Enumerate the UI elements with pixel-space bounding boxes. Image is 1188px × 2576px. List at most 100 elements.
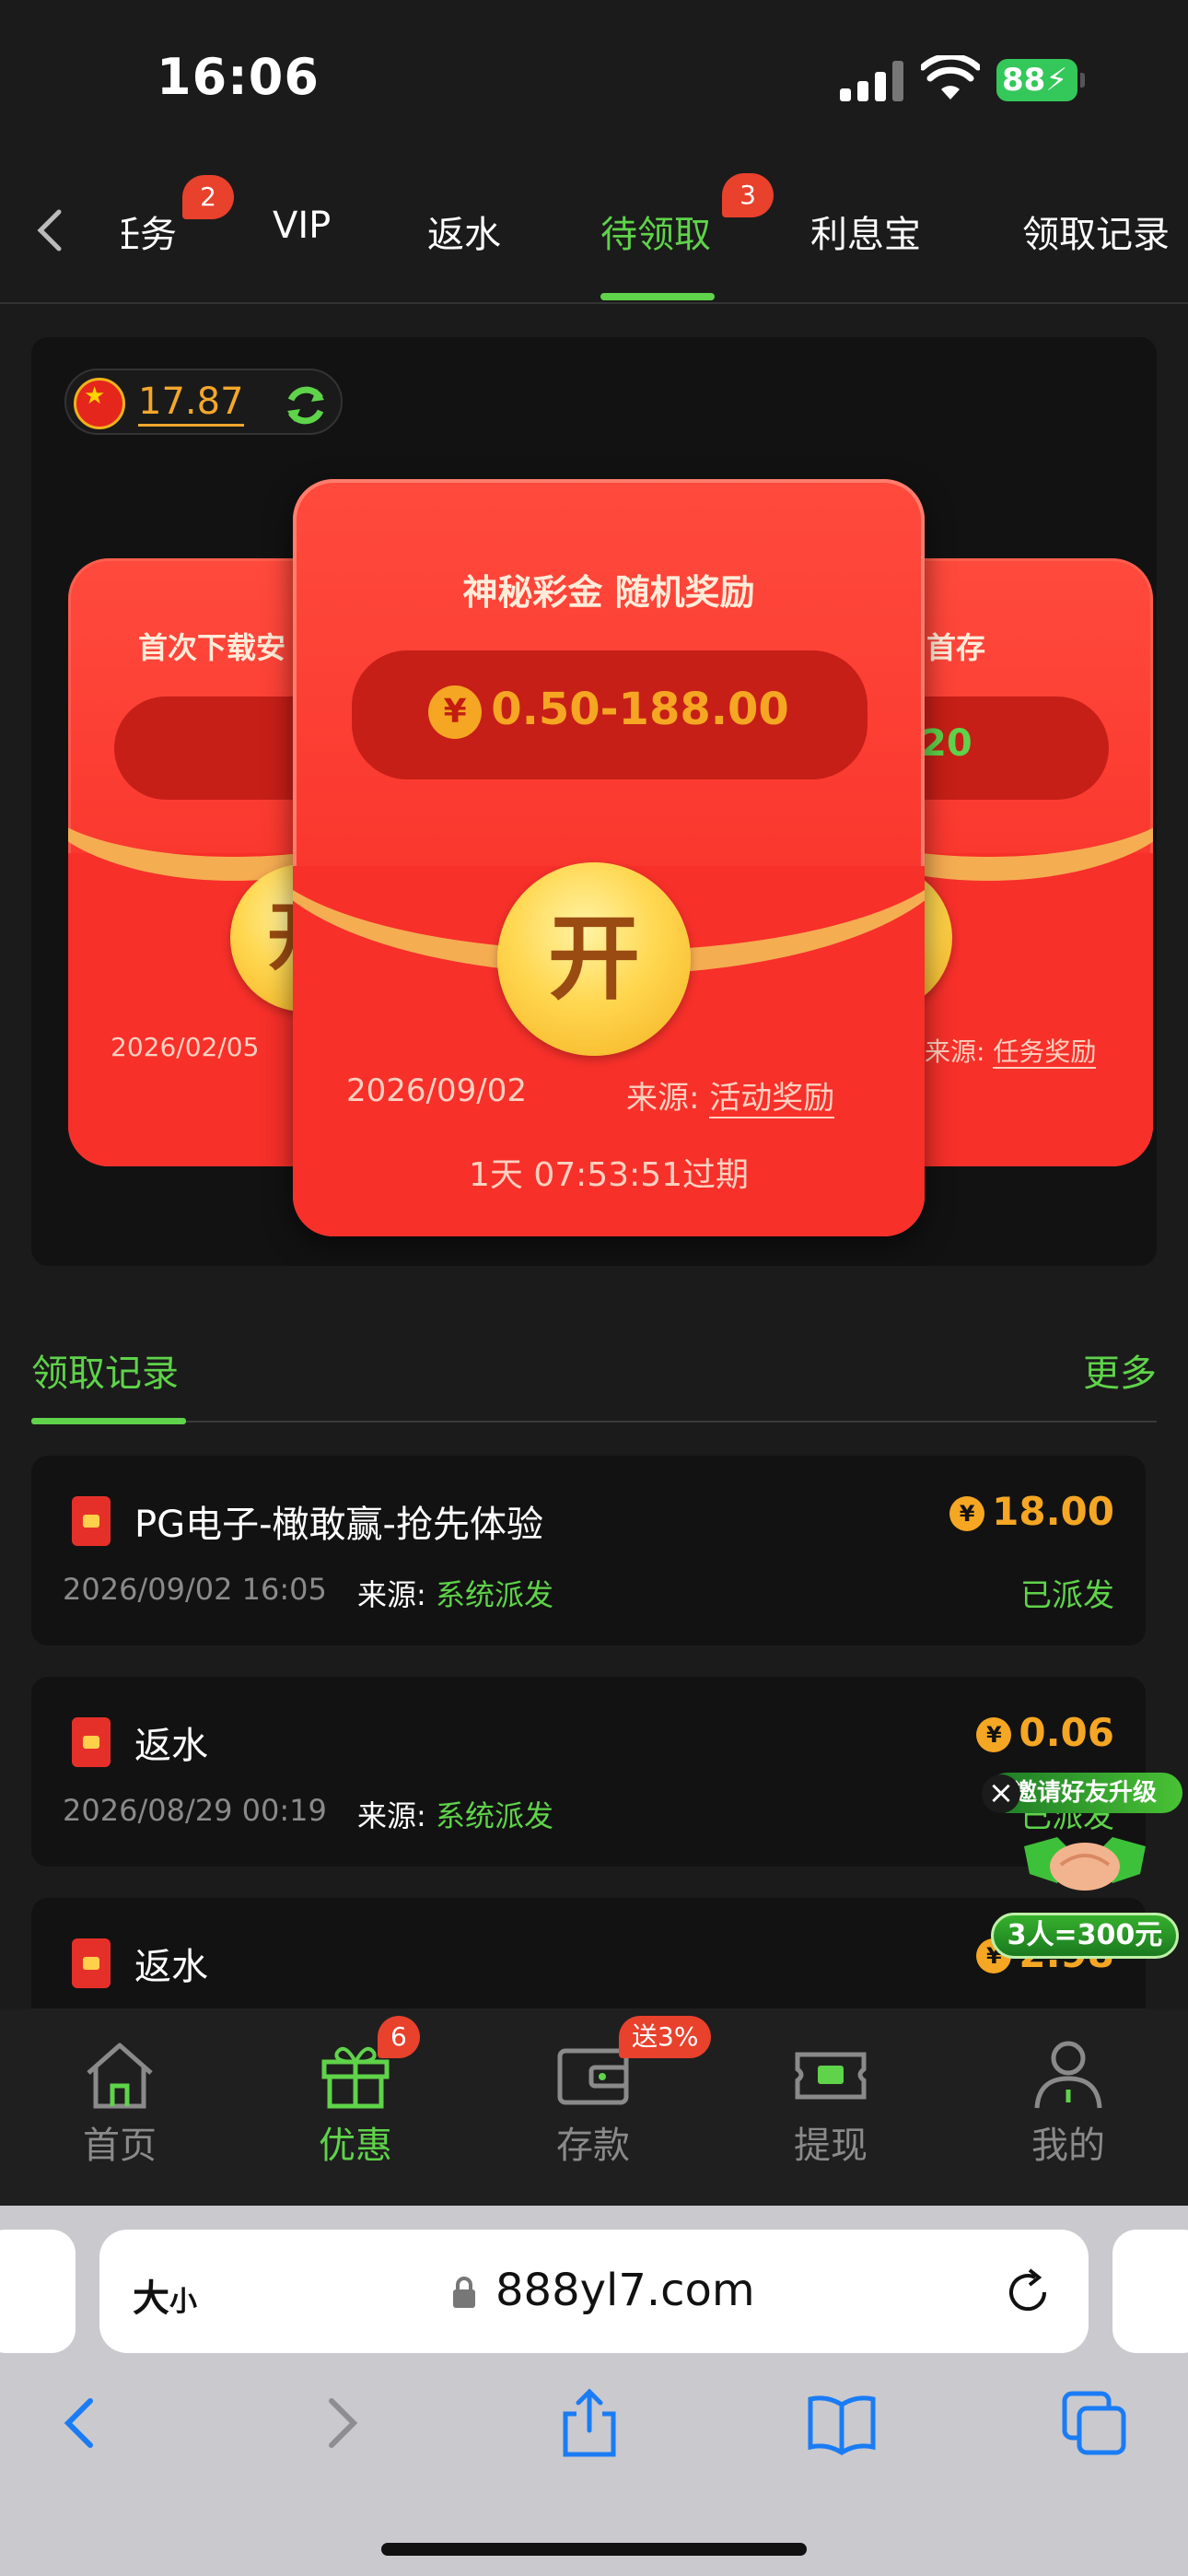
back-chevron-icon[interactable] — [33, 208, 66, 252]
record-source: 来源: 系统派发 — [357, 1572, 553, 1614]
record-status: 已派发 — [1020, 1577, 1114, 1614]
nav-promotions-label: 优惠 — [319, 2125, 392, 2167]
balance-value: 17.87 — [138, 380, 244, 427]
clock: 16:06 — [157, 48, 320, 106]
refresh-icon[interactable] — [280, 380, 332, 431]
record-name: 返水 — [134, 1725, 208, 1767]
nav-promotions-badge: 6 — [378, 2016, 420, 2058]
tab-interest[interactable]: 利息宝 — [810, 205, 921, 258]
records-title-underline — [31, 1418, 186, 1424]
close-icon[interactable]: × — [982, 1774, 1020, 1813]
balance-chip: 17.87 — [64, 369, 343, 435]
bookmarks-icon[interactable] — [805, 2386, 879, 2460]
card-right-title: 首存 — [926, 630, 986, 665]
nav-profile-label: 我的 — [1031, 2125, 1105, 2167]
yen-icon: ¥ — [976, 1717, 1012, 1752]
active-tab-indicator — [600, 293, 715, 300]
yen-icon: ¥ — [949, 1496, 985, 1531]
record-amount: ¥0.06 — [976, 1710, 1114, 1755]
bottom-navigation: 首页 优惠 6 存款 送3% 提现 我的 — [0, 2008, 1188, 2206]
record-time: 2026/08/29 00:19 — [63, 1793, 327, 1828]
cash-withdraw-icon — [795, 2052, 867, 2100]
text-size-button[interactable]: 大小 — [133, 2268, 197, 2322]
nav-home-label: 首页 — [83, 2125, 157, 2167]
red-envelope-card-main[interactable]: 神秘彩金 随机奖励 ¥0.50-188.00 开 2026/09/02 来源: … — [293, 479, 925, 1236]
back-arrow-icon[interactable] — [46, 2386, 120, 2460]
tab-bar: 任务 2 VIP 返水 待领取 3 利息宝 领取记录 — [0, 157, 1188, 304]
record-name: 返水 — [134, 1946, 208, 1988]
forward-arrow-icon[interactable] — [302, 2386, 376, 2460]
tab-claim-records[interactable]: 领取记录 — [1022, 205, 1170, 258]
tab-tasks-label: 任务 — [122, 214, 177, 256]
address-bar[interactable]: 大小 888yl7.com — [99, 2230, 1089, 2353]
records-header: 领取记录 更多 — [31, 1327, 1157, 1424]
tab-tasks[interactable]: 任务 — [122, 205, 177, 258]
record-source-value: 系统派发 — [435, 1798, 553, 1833]
promo-bottom-label: 3人=300元 — [991, 1913, 1179, 1959]
tab-rebate[interactable]: 返水 — [427, 205, 501, 258]
nav-profile[interactable]: 我的 — [995, 2038, 1142, 2169]
invite-promo-widget[interactable]: 邀请好友升级 × 3人=300元 — [982, 1760, 1182, 1962]
card-left-title: 首次下载安 — [138, 630, 286, 665]
tab-tasks-badge: 2 — [182, 175, 234, 219]
home-indicator — [381, 2543, 807, 2556]
red-envelope-icon — [72, 1938, 111, 1988]
card-main-open-button[interactable]: 开 — [497, 862, 691, 1056]
record-amount: ¥18.00 — [949, 1489, 1114, 1534]
red-envelope-icon — [72, 1717, 111, 1767]
previous-tab-preview[interactable] — [0, 2230, 76, 2353]
url-text: 888yl7.com — [495, 2265, 755, 2316]
red-envelope-panel: 17.87 首次下载安 开 2026/02/05 首存 20 开 来源: 任务奖… — [31, 337, 1157, 1266]
battery-indicator: 88⚡ — [996, 59, 1085, 101]
china-flag-icon — [74, 378, 125, 429]
record-amount-value: 18.00 — [992, 1489, 1114, 1534]
nav-deposit-badge: 送3% — [619, 2016, 712, 2058]
records-title[interactable]: 领取记录 — [31, 1343, 179, 1397]
card-right-source-label: 来源: — [925, 1036, 985, 1067]
record-name: PG电子-橄敢赢-抢先体验 — [134, 1504, 543, 1546]
record-amount-value: 0.06 — [1019, 1710, 1114, 1755]
nav-promotions[interactable]: 优惠 — [282, 2038, 429, 2169]
reload-icon[interactable] — [1002, 2266, 1054, 2318]
lock-icon — [453, 2277, 475, 2308]
record-source: 来源: 系统派发 — [357, 1793, 553, 1835]
nav-withdraw-label: 提现 — [794, 2125, 868, 2167]
home-icon — [87, 2043, 153, 2109]
card-main-expiry: 1天 07:53:51过期 — [468, 1156, 750, 1194]
card-main-source-link[interactable]: 活动奖励 — [709, 1080, 835, 1118]
card-main-source-label: 来源: — [626, 1080, 700, 1117]
share-icon[interactable] — [553, 2386, 626, 2460]
browser-toolbar: 大小 888yl7.com — [0, 2206, 1188, 2576]
nav-withdraw[interactable]: 提现 — [757, 2038, 904, 2169]
handshake-icon — [1024, 1837, 1146, 1891]
nav-home[interactable]: 首页 — [46, 2038, 193, 2169]
card-main-title: 神秘彩金 随机奖励 — [462, 572, 755, 613]
record-source-label: 来源: — [357, 1798, 426, 1833]
record-item[interactable]: 返水 2026/08/29 00:19 来源: 系统派发 ¥0.06 已派发 — [31, 1677, 1146, 1867]
nav-deposit-label: 存款 — [556, 2125, 630, 2167]
tabs-icon[interactable] — [1057, 2386, 1131, 2460]
card-main-date: 2026/09/02 — [346, 1072, 527, 1109]
card-main-source: 来源: 活动奖励 — [626, 1072, 835, 1118]
status-bar: 16:06 88⚡ — [0, 0, 1188, 157]
tab-pending[interactable]: 待领取 — [600, 205, 711, 258]
card-right-source-link[interactable]: 任务奖励 — [993, 1036, 1097, 1069]
record-item[interactable]: 返水 ¥2.98 — [31, 1898, 1146, 2008]
user-icon — [1034, 2041, 1102, 2109]
records-more-link[interactable]: 更多 — [1083, 1343, 1157, 1397]
cellular-signal-icon — [840, 61, 904, 101]
record-source-label: 来源: — [357, 1577, 426, 1612]
wifi-icon — [921, 55, 980, 100]
tab-vip[interactable]: VIP — [273, 205, 331, 247]
red-envelope-icon — [72, 1496, 111, 1546]
record-time: 2026/09/02 16:05 — [63, 1572, 327, 1607]
record-item[interactable]: PG电子-橄敢赢-抢先体验 2026/09/02 16:05 来源: 系统派发 … — [31, 1456, 1146, 1645]
card-right-source: 来源: 任务奖励 — [925, 1032, 1097, 1069]
text-size-small: 小 — [169, 2286, 197, 2318]
text-size-large: 大 — [133, 2277, 169, 2320]
tab-pending-badge: 3 — [722, 173, 774, 217]
battery-level: 88 — [1002, 62, 1046, 99]
next-tab-preview[interactable] — [1112, 2230, 1188, 2353]
card-left-date: 2026/02/05 — [111, 1032, 260, 1062]
record-source-value: 系统派发 — [435, 1577, 553, 1612]
